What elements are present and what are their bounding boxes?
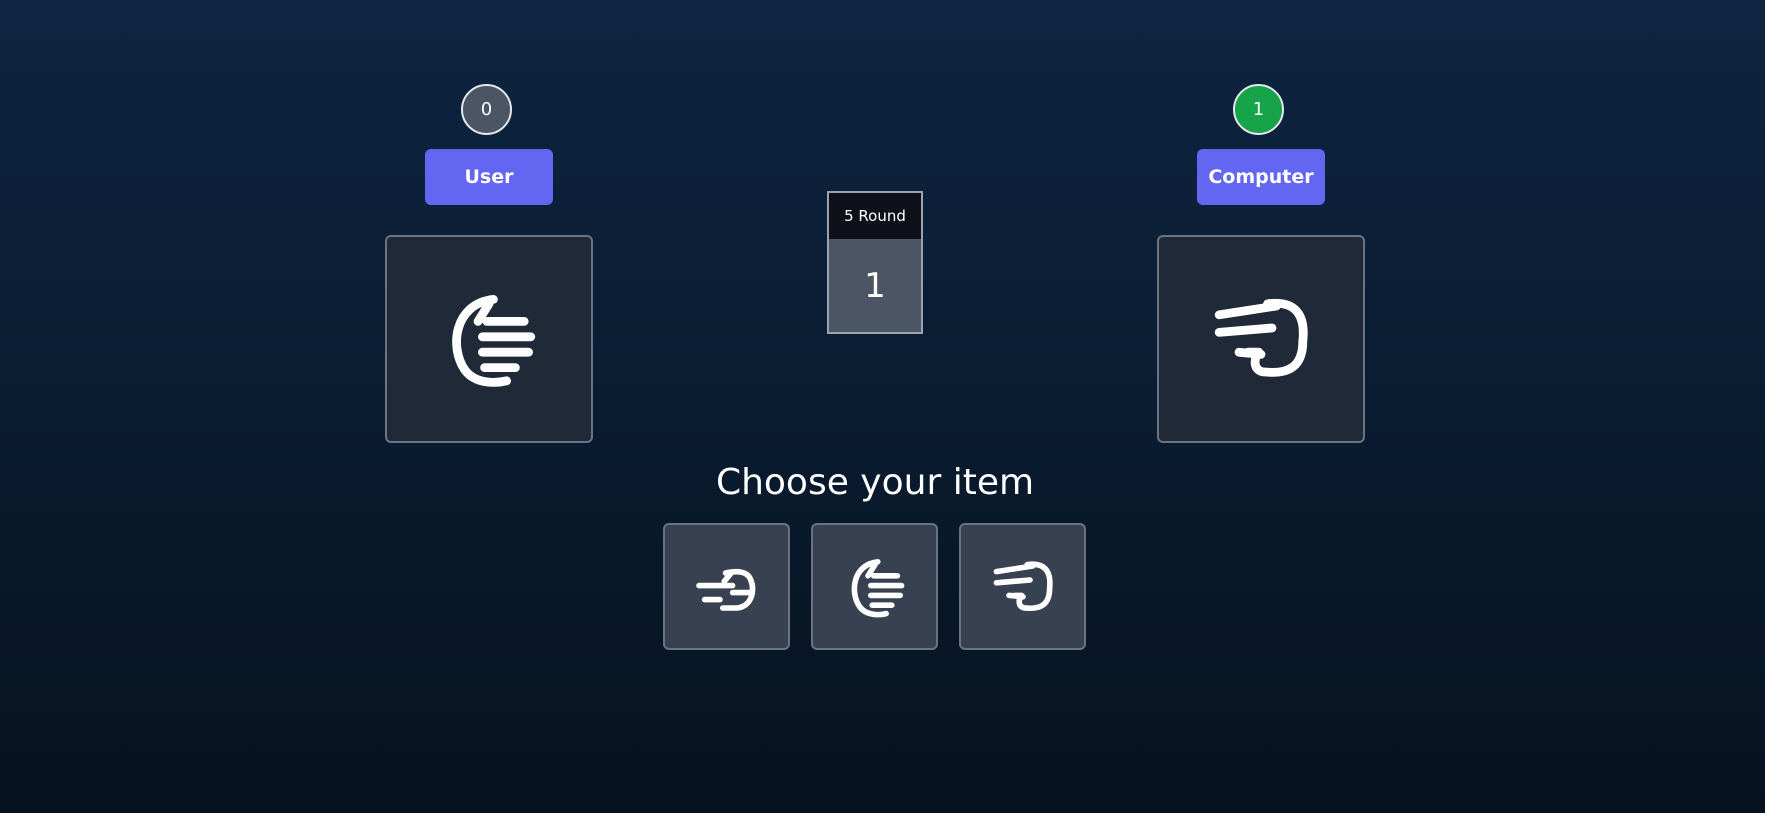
choose-title: Choose your item (715, 462, 1035, 503)
round-counter: 5 Round 1 (827, 191, 923, 334)
choice-paper-button[interactable] (811, 523, 938, 650)
user-button[interactable]: User (425, 149, 553, 205)
round-value: 1 (829, 239, 921, 332)
choice-scissors-button[interactable] (959, 523, 1086, 650)
hand-pointing-icon (692, 552, 762, 622)
hand-paper-icon (840, 552, 910, 622)
round-label: 5 Round (829, 193, 921, 239)
hand-paper-icon (434, 284, 544, 394)
hand-scissors-icon (1206, 284, 1316, 394)
computer-pick-box (1157, 235, 1365, 443)
choice-pointing-button[interactable] (663, 523, 790, 650)
user-pick-box (385, 235, 593, 443)
user-score: 0 (461, 84, 512, 135)
computer-button[interactable]: Computer (1197, 149, 1325, 205)
choice-list (663, 523, 1086, 650)
computer-score: 1 (1233, 84, 1284, 135)
hand-scissors-icon (988, 552, 1058, 622)
